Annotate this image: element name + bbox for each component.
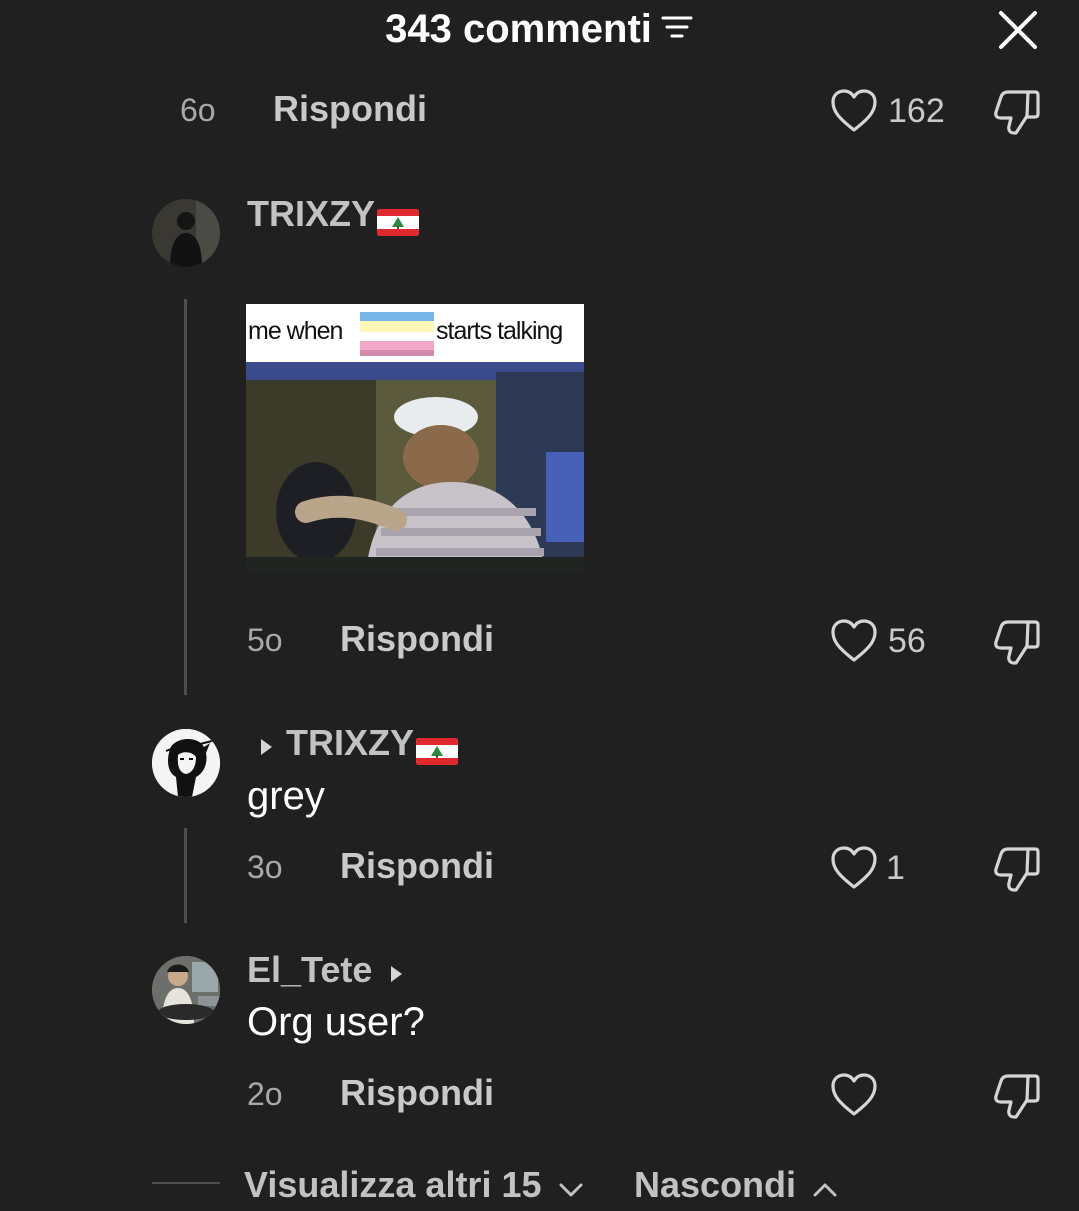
meme-caption-right: starts talking	[436, 317, 563, 345]
heart-icon[interactable]	[830, 1072, 878, 1118]
comment-timestamp: 6o	[180, 92, 216, 128]
comment-text: grey	[247, 774, 325, 818]
comment-username[interactable]: TRIXZY	[247, 193, 375, 234]
avatar[interactable]	[152, 956, 220, 1024]
divider	[152, 1182, 220, 1184]
thread-line	[184, 828, 187, 923]
close-icon[interactable]	[996, 8, 1040, 52]
flag-stripes	[360, 312, 434, 358]
comments-count-title: 343 commenti	[385, 7, 652, 52]
show-more-label: Visualizza altri 15	[244, 1164, 542, 1205]
show-more-replies-button[interactable]: Visualizza altri 15	[244, 1164, 584, 1208]
lebanon-flag-icon	[416, 732, 459, 765]
meme-image[interactable]: me when starts talking	[246, 304, 584, 573]
reply-arrow-icon	[258, 724, 274, 766]
like-count: 162	[888, 92, 945, 130]
comment-timestamp: 5o	[247, 622, 283, 658]
dislike-icon[interactable]	[992, 616, 1042, 666]
filter-icon[interactable]	[660, 6, 694, 52]
comment-timestamp: 3o	[247, 849, 283, 885]
like-count: 56	[888, 622, 926, 660]
heart-icon[interactable]	[830, 88, 878, 134]
comment-text: Org user?	[247, 1000, 425, 1044]
reply-button[interactable]: Rispondi	[273, 88, 427, 130]
heart-icon[interactable]	[830, 618, 878, 664]
reply-button[interactable]: Rispondi	[340, 1072, 494, 1114]
comment-username[interactable]: El_Tete	[247, 949, 372, 990]
dislike-icon[interactable]	[992, 1070, 1042, 1120]
dislike-icon[interactable]	[992, 86, 1042, 136]
reply-arrow-icon	[388, 951, 404, 993]
chevron-down-icon	[558, 1166, 584, 1208]
hide-replies-button[interactable]: Nascondi	[634, 1164, 838, 1208]
comments-header: 343 commenti	[0, 4, 1079, 52]
reply-button[interactable]: Rispondi	[340, 845, 494, 887]
like-count: 1	[886, 849, 905, 887]
thread-line	[184, 299, 187, 695]
meme-caption-left: me when	[248, 317, 343, 345]
avatar[interactable]	[152, 199, 220, 267]
heart-icon[interactable]	[830, 845, 878, 891]
avatar[interactable]	[152, 729, 220, 797]
dislike-icon[interactable]	[992, 843, 1042, 893]
lebanon-flag-icon	[377, 203, 420, 236]
chevron-up-icon	[812, 1166, 838, 1208]
reply-button[interactable]: Rispondi	[340, 618, 494, 660]
comment-timestamp: 2o	[247, 1076, 283, 1112]
reply-to-username[interactable]: TRIXZY	[286, 722, 414, 763]
hide-label: Nascondi	[634, 1164, 797, 1205]
